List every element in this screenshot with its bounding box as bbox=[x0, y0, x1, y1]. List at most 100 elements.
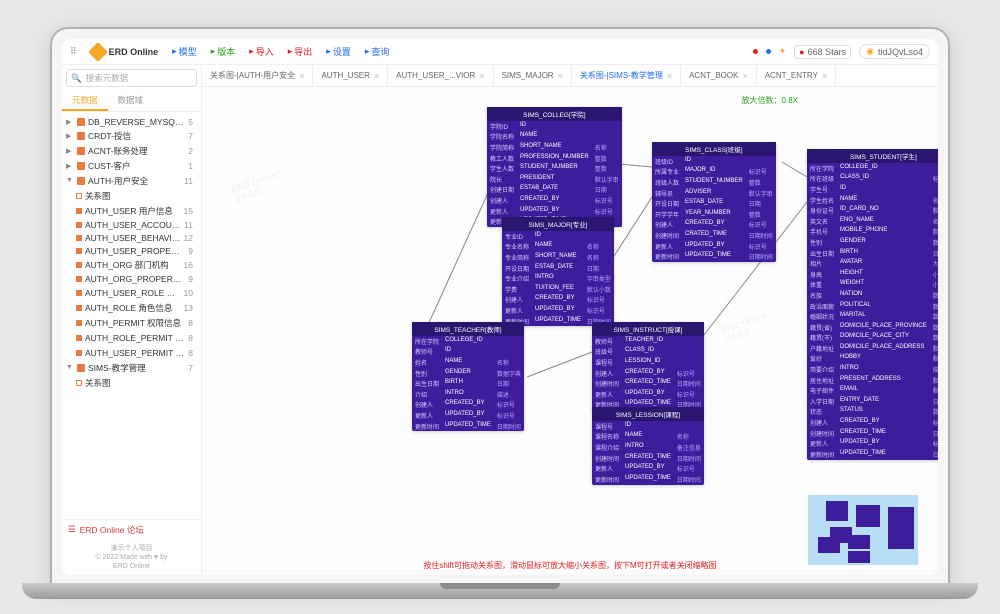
entity-class[interactable]: SIMS_CLASS[班级]班级IDID所属专业MAJOR_ID标识号班级人数S… bbox=[652, 142, 776, 262]
entity-title: SIMS_CLASS[班级] bbox=[652, 142, 776, 156]
header-right: ✦ ●668 Stars ◉tidJQvLso4 bbox=[753, 44, 930, 59]
tab[interactable]: ACNT_BOOK× bbox=[681, 65, 757, 86]
entity-title: SIMS_TEACHER[教师] bbox=[412, 322, 524, 336]
entity-teacher[interactable]: SIMS_TEACHER[教师]所在学院COLLEGE_ID教师号ID姓名NAM… bbox=[412, 322, 524, 431]
leaf-icon bbox=[76, 248, 82, 254]
logo[interactable]: ERD Online bbox=[91, 45, 159, 59]
main: 关系图-|AUTH-用户安全×AUTH_USER×AUTH_USER_...VI… bbox=[202, 65, 938, 575]
menu-模型[interactable]: ▸模型 bbox=[172, 45, 197, 58]
tree-node[interactable]: AUTH_USER_BEHAVIO...12 bbox=[62, 231, 201, 244]
screen: ⠿ ERD Online ▸模型 ▸版本 ▸导入 ▸导出 ▸设置 ▸查询 ✦ ●668 S… bbox=[62, 39, 938, 575]
app-menu-icon[interactable]: ⠿ bbox=[70, 46, 77, 57]
close-icon[interactable]: × bbox=[742, 71, 747, 81]
menu-icon: ▸ bbox=[211, 46, 216, 57]
entity-instruct[interactable]: SIMS_INSTRUCT[授课]教师号TEACHER_ID班级号CLASS_I… bbox=[592, 322, 704, 410]
sidebar-footer: 演示个人项目 © 2022 Made with ♥ by ERD Online bbox=[62, 540, 201, 575]
laptop-base bbox=[22, 583, 978, 599]
tree-node[interactable]: ▶CRDT-授信7 bbox=[62, 128, 201, 143]
tab[interactable]: AUTH_USER_...VIOR× bbox=[388, 65, 493, 86]
close-icon[interactable]: × bbox=[822, 71, 827, 81]
leaf-icon bbox=[76, 380, 82, 386]
leaf-icon bbox=[76, 350, 82, 356]
close-icon[interactable]: × bbox=[558, 71, 563, 81]
entity-title: SIMS_COLLEG[学院] bbox=[487, 107, 622, 121]
expand-icon[interactable]: ▶ bbox=[66, 162, 74, 170]
leaf-icon bbox=[76, 208, 82, 214]
close-icon[interactable]: × bbox=[667, 71, 672, 81]
menu-icon: ▸ bbox=[288, 46, 293, 57]
tree-node[interactable]: AUTH_USER_PROPERT...9 bbox=[62, 244, 201, 257]
forum-link[interactable]: ☰ ERD Online 论坛 bbox=[62, 519, 201, 540]
folder-icon bbox=[77, 147, 85, 155]
sidebar-tabs: 元数据 数据域 bbox=[62, 91, 201, 112]
tree-node[interactable]: AUTH_USER 用户信息15 bbox=[62, 203, 201, 218]
menu-icon: ▸ bbox=[326, 46, 331, 57]
zoom-label: 放大倍数：0.8X bbox=[742, 95, 798, 106]
tab[interactable]: SIMS_MAJOR× bbox=[494, 65, 572, 86]
tree-node[interactable]: ▶ACNT-账务处理2 bbox=[62, 143, 201, 158]
tree-node[interactable]: AUTH_ROLE 角色信息13 bbox=[62, 300, 201, 315]
menu-icon: ▸ bbox=[172, 46, 177, 57]
tree-node[interactable]: ▶DB_REVERSE_MYSQL...5 bbox=[62, 115, 201, 128]
menu-导入[interactable]: ▸导入 bbox=[249, 45, 274, 58]
tab[interactable]: ACNT_ENTRY× bbox=[757, 65, 836, 86]
tree-node[interactable]: AUTH_USER_PERMIT 用...8 bbox=[62, 345, 201, 360]
tree-node[interactable]: 关系图 bbox=[62, 188, 201, 203]
leaf-icon bbox=[76, 222, 82, 228]
tab[interactable]: 关系图-|SIMS-教学管理× bbox=[572, 65, 681, 86]
leaf-icon bbox=[76, 193, 82, 199]
tree-node[interactable]: ▼SIMS-教学管理7 bbox=[62, 360, 201, 375]
entity-title: SIMS_STUDENT[学生] bbox=[807, 149, 938, 163]
close-icon[interactable]: × bbox=[299, 71, 304, 81]
github-stars[interactable]: ●668 Stars bbox=[794, 45, 851, 59]
expand-icon[interactable]: ▶ bbox=[66, 132, 74, 140]
expand-icon[interactable]: ▼ bbox=[66, 364, 74, 371]
sidebar: 🔍 搜索元数据 元数据 数据域 ▶DB_REVERSE_MYSQL...5▶CR… bbox=[62, 65, 202, 575]
folder-icon bbox=[77, 364, 85, 372]
watermark: ERD OnlineV4.0.5 bbox=[720, 309, 772, 344]
entity-title: SIMS_LESSION[课程] bbox=[592, 407, 704, 421]
tree-node[interactable]: ▶CUST-客户1 bbox=[62, 158, 201, 173]
logo-icon bbox=[88, 42, 108, 62]
sidebar-tab-domain[interactable]: 数据域 bbox=[108, 91, 154, 111]
expand-icon[interactable]: ▼ bbox=[66, 177, 74, 184]
editor-tabs: 关系图-|AUTH-用户安全×AUTH_USER×AUTH_USER_...VI… bbox=[202, 65, 938, 87]
expand-icon[interactable]: ▶ bbox=[66, 147, 74, 155]
entity-title: SIMS_MAJOR[专业] bbox=[502, 217, 614, 231]
entity-student[interactable]: SIMS_STUDENT[学生]所在学院COLLEGE_ID所在班级CLASS_… bbox=[807, 149, 938, 460]
entity-lession[interactable]: SIMS_LESSION[课程]课程号ID课程名称NAME名称课程介绍INTRO… bbox=[592, 407, 704, 485]
tree-node[interactable]: 关系图 bbox=[62, 375, 201, 390]
menu-设置[interactable]: ▸设置 bbox=[326, 45, 351, 58]
tab[interactable]: AUTH_USER× bbox=[313, 65, 388, 86]
sidebar-tab-meta[interactable]: 元数据 bbox=[62, 91, 108, 111]
tree-node[interactable]: AUTH_ORG_PROPERTY...9 bbox=[62, 272, 201, 285]
tree-node[interactable]: AUTH_ORG 部门机构16 bbox=[62, 257, 201, 272]
tree-node[interactable]: AUTH_ROLE_PERMIT 角...8 bbox=[62, 330, 201, 345]
menu-导出[interactable]: ▸导出 bbox=[288, 45, 313, 58]
tree[interactable]: ▶DB_REVERSE_MYSQL...5▶CRDT-授信7▶ACNT-账务处理… bbox=[62, 112, 201, 519]
star-icon[interactable]: ✦ bbox=[779, 46, 787, 57]
menu-查询[interactable]: ▸查询 bbox=[365, 45, 390, 58]
canvas[interactable]: ERD OnlineV4.0.5 ERD OnlineV4.0.5 ERD On… bbox=[202, 87, 938, 575]
close-icon[interactable]: × bbox=[479, 71, 484, 81]
header: ⠿ ERD Online ▸模型 ▸版本 ▸导入 ▸导出 ▸设置 ▸查询 ✦ ●668 S… bbox=[62, 39, 938, 65]
user-pill[interactable]: ◉tidJQvLso4 bbox=[859, 44, 930, 59]
tree-node[interactable]: AUTH_PERMIT 权限信息8 bbox=[62, 315, 201, 330]
tree-node[interactable]: ▼AUTH-用户安全11 bbox=[62, 173, 201, 188]
expand-icon[interactable]: ▶ bbox=[66, 118, 74, 126]
body: 🔍 搜索元数据 元数据 数据域 ▶DB_REVERSE_MYSQL...5▶CR… bbox=[62, 65, 938, 575]
entity-college[interactable]: SIMS_COLLEG[学院]学院IDID学院名称NAME学院简称SHORT_N… bbox=[487, 107, 622, 227]
status-dot bbox=[766, 49, 771, 54]
folder-icon bbox=[77, 162, 85, 170]
tab[interactable]: 关系图-|AUTH-用户安全× bbox=[202, 65, 313, 86]
menu-icon: ▸ bbox=[365, 46, 370, 57]
minimap[interactable] bbox=[808, 495, 918, 565]
close-icon[interactable]: × bbox=[374, 71, 379, 81]
search-input[interactable]: 🔍 搜索元数据 bbox=[66, 69, 197, 87]
entity-major[interactable]: SIMS_MAJOR[专业]专业IDID专业名称NAME名称专业简称SHORT_… bbox=[502, 217, 614, 326]
tree-node[interactable]: AUTH_USER_ROLE 用户...10 bbox=[62, 285, 201, 300]
tree-node[interactable]: AUTH_USER_ACCOUNT...11 bbox=[62, 218, 201, 231]
menu-版本[interactable]: ▸版本 bbox=[211, 45, 236, 58]
leaf-icon bbox=[76, 335, 82, 341]
leaf-icon bbox=[76, 262, 82, 268]
